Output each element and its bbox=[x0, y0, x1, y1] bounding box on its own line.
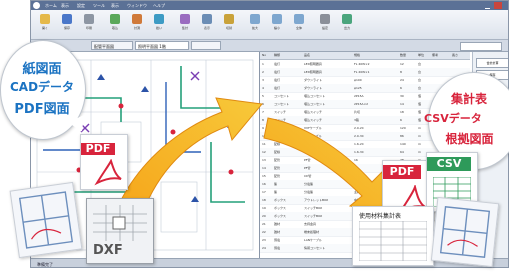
pdf-label: PDF bbox=[85, 142, 111, 155]
csv-label: CSV bbox=[436, 157, 462, 170]
pdf-file-icon: PDF bbox=[80, 134, 128, 190]
report-title: 使用材料集計表 bbox=[359, 213, 402, 220]
arrow-import-icon bbox=[117, 97, 263, 215]
pdf-label: PDF bbox=[389, 165, 415, 178]
arrow-export-icon bbox=[263, 117, 393, 215]
dxf-label: DXF bbox=[93, 243, 123, 258]
cad-grid-icon bbox=[93, 205, 147, 241]
report-sheet: 使用材料集計表 bbox=[352, 206, 434, 266]
acrobat-icon bbox=[94, 159, 122, 186]
report-table-icon bbox=[359, 221, 427, 261]
dxf-file-icon: DXF bbox=[86, 198, 154, 264]
floor-plan-output-icon bbox=[430, 196, 500, 268]
paper-drawing-icon bbox=[9, 181, 83, 259]
